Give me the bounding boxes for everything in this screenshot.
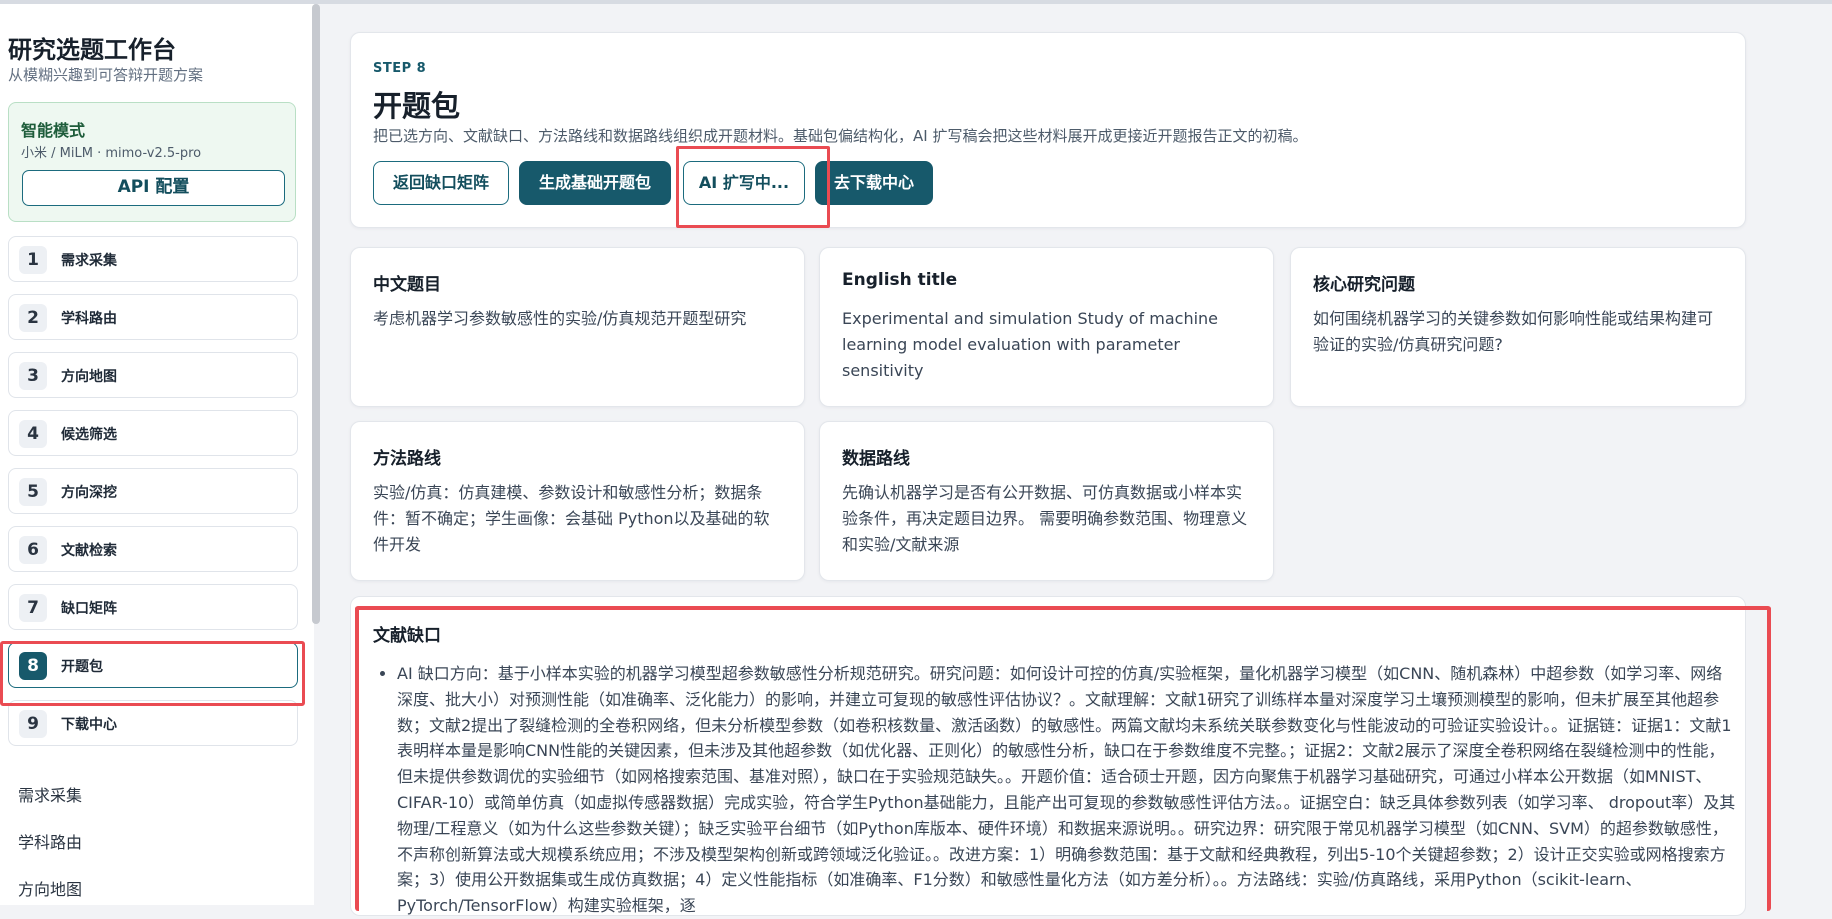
step-item-4[interactable]: 4 候选筛选 [8,410,298,456]
step-number: 8 [19,652,47,680]
step-label: 方向地图 [61,369,117,385]
step-number: 7 [19,594,47,622]
model-name: 小米 / MiLM · mimo-v2.5-pro [21,146,202,161]
core-question-card: 核心研究问题 如何围绕机器学习的关键参数如何影响性能或结果构建可验证的实验/仿真… [1290,247,1746,407]
en-title-card: English title Experimental and simulatio… [819,247,1274,407]
page-title: 开题包 [373,89,461,123]
card-body: Experimental and simulation Study of mac… [842,309,1219,380]
data-route-card: 数据路线 先确认机器学习是否有公开数据、可仿真数据或小样本实验条件，再决定题目边… [819,421,1274,581]
method-route-card: 方法路线 实验/仿真：仿真建模、参数设计和敏感性分析；数据条件：暂不确定；学生画… [350,421,805,581]
page-description: 把已选方向、文献缺口、方法路线和数据路线组织成开题材料。基础包偏结构化，AI 扩… [373,127,1308,145]
step-item-6[interactable]: 6 文献检索 [8,526,298,572]
step-number: 4 [19,420,47,448]
card-body: 先确认机器学习是否有公开数据、可仿真数据或小样本实验条件，再决定题目边界。 需要… [842,483,1248,554]
step-label: 需求采集 [61,253,117,269]
app-subtitle: 从模糊兴趣到可答辩开题方案 [8,66,204,84]
sidebar-scrollbar[interactable] [312,4,320,624]
nav-link-routing[interactable]: 学科路由 [18,829,82,853]
sidebar: 研究选题工作台 从模糊兴趣到可答辩开题方案 智能模式 小米 / MiLM · m… [0,4,314,905]
app-title: 研究选题工作台 [8,36,176,64]
step-item-7[interactable]: 7 缺口矩阵 [8,584,298,630]
mode-card: 智能模式 小米 / MiLM · mimo-v2.5-pro API 配置 [8,102,296,222]
ai-expand-button[interactable]: AI 扩写中... [683,161,805,205]
cn-title-card: 中文题目 考虑机器学习参数敏感性的实验/仿真规范开题型研究 [350,247,805,407]
step-number: 2 [19,304,47,332]
step-kicker: STEP 8 [373,61,427,76]
step-label: 下载中心 [61,717,117,733]
mode-title: 智能模式 [21,121,86,140]
step-label: 候选筛选 [61,427,117,443]
go-download-center-button[interactable]: 去下载中心 [815,161,933,205]
card-heading: 方法路线 [373,449,441,469]
step-label: 学科路由 [61,311,117,327]
step-number: 9 [19,710,47,738]
card-heading: English title [842,270,958,290]
step-number: 1 [19,246,47,274]
step-item-2[interactable]: 2 学科路由 [8,294,298,340]
step-item-8-active[interactable]: 8 开题包 [8,642,298,688]
step-number: 6 [19,536,47,564]
step-item-9[interactable]: 9 下载中心 [8,700,298,746]
api-config-button[interactable]: API 配置 [22,170,285,206]
gap-item: AI 缺口方向：基于小样本实验的机器学习模型超参数敏感性分析规范研究。研究问题：… [397,661,1737,919]
card-heading: 中文题目 [373,275,441,295]
gap-list: AI 缺口方向：基于小样本实验的机器学习模型超参数敏感性分析规范研究。研究问题：… [377,661,1737,919]
step-label: 方向深挖 [61,485,117,501]
card-heading: 核心研究问题 [1313,275,1415,295]
step-item-5[interactable]: 5 方向深挖 [8,468,298,514]
step-number: 5 [19,478,47,506]
step-item-1[interactable]: 1 需求采集 [8,236,298,282]
card-body: 考虑机器学习参数敏感性的实验/仿真规范开题型研究 [373,309,747,328]
nav-link-demand[interactable]: 需求采集 [18,782,82,806]
card-body: 实验/仿真：仿真建模、参数设计和敏感性分析；数据条件：暂不确定；学生画像：会基础… [373,483,770,554]
step-number: 3 [19,362,47,390]
generate-basic-package-button[interactable]: 生成基础开题包 [519,161,671,205]
gap-heading: 文献缺口 [373,626,441,646]
header-card: STEP 8 开题包 把已选方向、文献缺口、方法路线和数据路线组织成开题材料。基… [350,32,1746,228]
step-label: 开题包 [61,659,103,675]
step-label: 文献检索 [61,543,117,559]
back-to-gap-matrix-button[interactable]: 返回缺口矩阵 [373,161,509,205]
nav-link-map[interactable]: 方向地图 [18,876,82,900]
step-label: 缺口矩阵 [61,601,117,617]
step-item-3[interactable]: 3 方向地图 [8,352,298,398]
literature-gap-card: 文献缺口 AI 缺口方向：基于小样本实验的机器学习模型超参数敏感性分析规范研究。… [350,596,1746,916]
card-heading: 数据路线 [842,449,910,469]
card-body: 如何围绕机器学习的关键参数如何影响性能或结果构建可验证的实验/仿真研究问题? [1313,309,1714,354]
